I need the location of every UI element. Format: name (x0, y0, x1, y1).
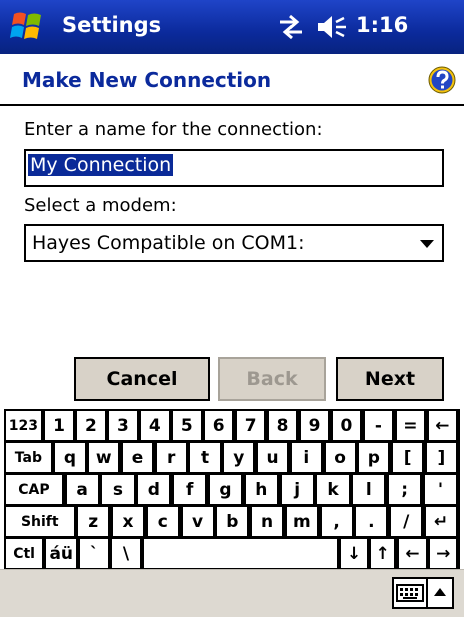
key-y[interactable]: y (224, 443, 254, 472)
bottom-bar (0, 569, 464, 617)
key-h[interactable]: h (245, 475, 277, 504)
key-`[interactable]: ` (80, 539, 108, 568)
key-q[interactable]: q (55, 443, 85, 472)
key-2[interactable]: 2 (77, 411, 105, 440)
name-label: Enter a name for the connection: (24, 119, 323, 140)
key-s[interactable]: s (102, 475, 134, 504)
page-header: Make New Connection (0, 54, 464, 106)
modem-select[interactable]: Hayes Compatible on COM1: (24, 224, 444, 262)
key-9[interactable]: 9 (300, 411, 329, 440)
key--[interactable]: - (364, 411, 393, 440)
key-,[interactable]: , (321, 507, 352, 536)
key-r[interactable]: r (156, 443, 186, 472)
connection-name-value: My Connection (28, 154, 174, 176)
key-z[interactable]: z (78, 507, 109, 536)
header-divider (0, 104, 464, 106)
key-i[interactable]: i (291, 443, 321, 472)
key-5[interactable]: 5 (173, 411, 201, 440)
key-ctrl[interactable]: Ctl (6, 539, 43, 568)
key-8[interactable]: 8 (268, 411, 297, 440)
keyboard-icon[interactable] (392, 577, 428, 609)
key-right-arrow-icon[interactable]: → (430, 539, 456, 568)
key-space[interactable] (143, 539, 338, 568)
key-1[interactable]: 1 (45, 411, 73, 440)
next-button[interactable]: Next (336, 357, 444, 401)
key-m[interactable]: m (286, 507, 317, 536)
key-caps-lock[interactable]: CAP (6, 475, 62, 504)
back-button[interactable]: Back (218, 357, 326, 401)
key-0[interactable]: 0 (332, 411, 361, 440)
key-accents[interactable]: áü (46, 539, 77, 568)
key-l[interactable]: l (353, 475, 385, 504)
key-backspace-icon[interactable]: ← (428, 411, 456, 440)
key-u[interactable]: u (257, 443, 288, 472)
key-x[interactable]: x (112, 507, 144, 536)
key-d[interactable]: d (138, 475, 170, 504)
title-bar: Settings 1:16 (0, 0, 464, 54)
soft-keyboard: 123 1 2 3 4 5 6 7 8 9 0- = ← Tab q w e r t y u i o p[] CAP a s d f g h… (4, 409, 460, 569)
key-c[interactable]: c (147, 507, 178, 536)
key-k[interactable]: k (317, 475, 349, 504)
connection-name-input[interactable]: My Connection (24, 149, 444, 187)
modem-label: Select a modem: (24, 195, 177, 216)
chevron-down-icon[interactable] (420, 240, 434, 248)
input-method-menu-icon[interactable] (428, 577, 454, 609)
key-down-arrow-icon[interactable]: ↓ (341, 539, 367, 568)
key-=[interactable]: = (396, 411, 425, 440)
key-numeric-mode[interactable]: 123 (6, 411, 41, 440)
key-[[interactable]: [ (393, 443, 423, 472)
key-][interactable]: ] (426, 443, 456, 472)
key-n[interactable]: n (252, 507, 283, 536)
key-3[interactable]: 3 (109, 411, 137, 440)
start-menu-icon[interactable] (10, 10, 46, 44)
key-enter-icon[interactable]: ↵ (425, 507, 456, 536)
key-j[interactable]: j (281, 475, 313, 504)
key-;[interactable]: ; (389, 475, 421, 504)
help-icon[interactable] (428, 66, 456, 94)
clock[interactable]: 1:16 (356, 13, 408, 37)
key-e[interactable]: e (122, 443, 153, 472)
connectivity-icon[interactable] (276, 13, 306, 41)
key-b[interactable]: b (217, 507, 248, 536)
key-v[interactable]: v (182, 507, 213, 536)
key-'[interactable]: ' (424, 475, 456, 504)
page-title: Make New Connection (22, 68, 272, 92)
key-4[interactable]: 4 (141, 411, 169, 440)
key-g[interactable]: g (209, 475, 241, 504)
key-7[interactable]: 7 (236, 411, 265, 440)
key-/[interactable]: / (391, 507, 422, 536)
key-shift[interactable]: Shift (6, 507, 74, 536)
key-tab[interactable]: Tab (6, 443, 51, 472)
key-f[interactable]: f (174, 475, 206, 504)
key-a[interactable]: a (66, 475, 98, 504)
key-\[interactable]: \ (112, 539, 140, 568)
key-left-arrow-icon[interactable]: ← (398, 539, 427, 568)
key-6[interactable]: 6 (204, 411, 233, 440)
key-t[interactable]: t (190, 443, 220, 472)
cancel-button[interactable]: Cancel (74, 357, 210, 401)
key-w[interactable]: w (89, 443, 119, 472)
key-up-arrow-icon[interactable]: ↑ (370, 539, 395, 568)
modem-selected-value: Hayes Compatible on COM1: (32, 232, 305, 254)
app-title: Settings (62, 13, 162, 37)
speaker-icon[interactable] (316, 12, 348, 42)
key-p[interactable]: p (359, 443, 389, 472)
key-o[interactable]: o (325, 443, 355, 472)
key-.[interactable]: . (356, 507, 387, 536)
